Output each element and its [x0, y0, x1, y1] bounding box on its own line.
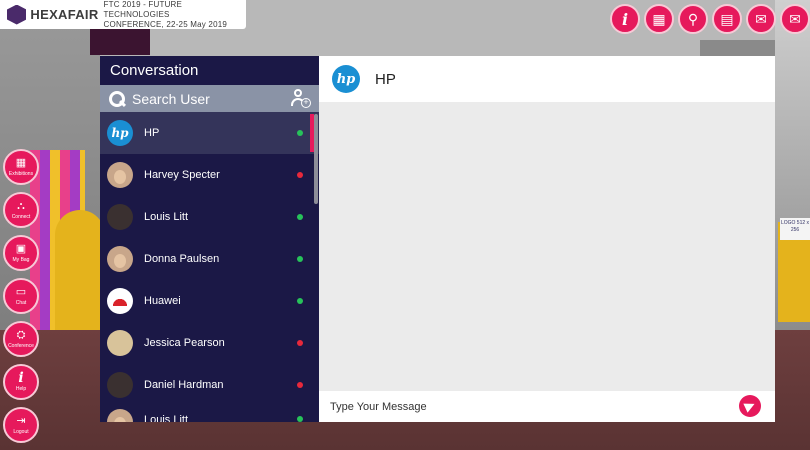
- contact-name: Louis Litt: [144, 414, 189, 422]
- search-booth-icon: ⚲: [687, 10, 699, 27]
- business-card-icon: ▤: [720, 10, 734, 27]
- top-toolbar: i ▦ ⚲ ▤ ✉ ✉: [610, 4, 810, 34]
- nav-exhibitions[interactable]: ▦ Exhibitions: [3, 149, 39, 185]
- search-booth-button[interactable]: ⚲: [678, 4, 708, 34]
- message-composer: [319, 391, 775, 422]
- contact-name: Daniel Hardman: [144, 379, 224, 391]
- thread-title: HP: [375, 70, 396, 88]
- connect-icon: ⛬: [17, 200, 25, 212]
- message-input[interactable]: [330, 400, 720, 413]
- contact-item[interactable]: Louis Litt: [100, 196, 319, 238]
- hp-logo-avatar: hp: [107, 120, 133, 146]
- contact-item[interactable]: Harvey Specter: [100, 154, 319, 196]
- mail-button[interactable]: ✉: [780, 4, 810, 34]
- search-user-bar: +: [100, 85, 319, 112]
- event-header: HEXAFAIR FTC 2019 - FUTURE TECHNOLOGIES …: [0, 0, 246, 29]
- brand-name: HEXAFAIR: [30, 7, 99, 22]
- nav-chat[interactable]: ▭ Chat: [3, 278, 39, 314]
- paper-plane-icon: [743, 399, 757, 413]
- info-icon: i: [621, 9, 629, 29]
- nav-label: Conference: [8, 343, 34, 349]
- contact-item[interactable]: Donna Paulsen: [100, 238, 319, 280]
- mail-icon: ✉: [789, 10, 801, 27]
- hexafair-logo-icon: [7, 4, 27, 25]
- contact-name: HP: [144, 127, 160, 139]
- nav-label: Logout: [13, 429, 29, 435]
- send-button[interactable]: [739, 395, 761, 417]
- booth-button[interactable]: ▦: [644, 4, 674, 34]
- nav-conference[interactable]: ⛭ Conference: [3, 321, 39, 357]
- status-dot: [297, 382, 303, 388]
- contact-item[interactable]: Huawei: [100, 280, 319, 322]
- event-title-line2: CONFERENCE, 22-25 May 2019: [103, 19, 228, 29]
- avatar: [107, 330, 133, 356]
- conversation-panel: Conversation + hp HP Harvey Specter Loui…: [100, 56, 319, 422]
- contact-item[interactable]: Daniel Hardman: [100, 364, 319, 406]
- contact-name: Louis Litt: [144, 211, 189, 223]
- nav-help[interactable]: i Help: [3, 364, 39, 400]
- chat-bubble-icon: ▭: [15, 286, 27, 298]
- avatar: [107, 246, 133, 272]
- status-dot: [297, 214, 303, 220]
- avatar: [107, 162, 133, 188]
- nav-label: Connect: [11, 214, 31, 220]
- status-dot: [297, 298, 303, 304]
- chat-button[interactable]: ✉: [746, 4, 776, 34]
- add-user-icon[interactable]: +: [291, 88, 311, 108]
- contact-item[interactable]: Jessica Pearson: [100, 322, 319, 364]
- active-contact-indicator: [310, 114, 314, 152]
- side-nav: ▦ Exhibitions ⛬ Connect ▣ My Bag ▭ Chat …: [3, 149, 41, 450]
- contact-name: Donna Paulsen: [144, 253, 220, 265]
- business-card-button[interactable]: ▤: [712, 4, 742, 34]
- huawei-logo-avatar: [107, 288, 133, 314]
- chat-window: Conversation + hp HP Harvey Specter Loui…: [100, 56, 775, 422]
- contact-item[interactable]: Louis Litt: [100, 406, 319, 422]
- conference-icon: ⛭: [16, 329, 26, 341]
- avatar: [107, 409, 133, 422]
- status-dot: [297, 130, 303, 136]
- logo-placeholder-sign: LOGO 512 x 256: [780, 218, 810, 240]
- conversation-title: Conversation: [110, 62, 199, 79]
- message-thread: hp HP: [319, 56, 775, 422]
- search-user-input[interactable]: [132, 90, 282, 107]
- avatar: [107, 204, 133, 230]
- search-icon: [108, 90, 126, 108]
- yellow-arch: [55, 210, 105, 340]
- event-title-line1: FTC 2019 - FUTURE TECHNOLOGIES: [103, 0, 183, 19]
- nav-my-bag[interactable]: ▣ My Bag: [3, 235, 39, 271]
- bag-icon: ▣: [15, 243, 27, 255]
- status-dot: [297, 416, 303, 422]
- contact-name: Harvey Specter: [144, 169, 220, 181]
- booth-icon: ▦: [652, 10, 666, 27]
- status-dot: [297, 172, 303, 178]
- exhibitions-icon: ▦: [15, 157, 27, 169]
- info-button[interactable]: i: [610, 4, 640, 34]
- contact-name: Huawei: [144, 295, 181, 307]
- help-icon: i: [18, 370, 24, 386]
- nav-logout[interactable]: ⇥ Logout: [3, 407, 39, 443]
- contact-list: hp HP Harvey Specter Louis Litt Donna Pa…: [100, 112, 319, 422]
- contact-name: Jessica Pearson: [144, 337, 225, 349]
- contact-item[interactable]: hp HP: [100, 112, 319, 154]
- thread-header: hp HP: [319, 56, 775, 102]
- nav-label: Exhibitions: [8, 171, 34, 177]
- nav-label: Chat: [15, 300, 27, 306]
- avatar: [107, 372, 133, 398]
- contact-list-scrollbar[interactable]: [314, 114, 318, 204]
- event-title: FTC 2019 - FUTURE TECHNOLOGIES CONFERENC…: [104, 0, 246, 30]
- status-dot: [297, 340, 303, 346]
- nav-label: My Bag: [12, 257, 30, 263]
- logout-icon: ⇥: [16, 415, 26, 427]
- nav-label: Help: [15, 386, 27, 392]
- status-dot: [297, 256, 303, 262]
- chat-icon: ✉: [755, 10, 767, 27]
- hp-logo-avatar: hp: [332, 65, 360, 93]
- nav-connect[interactable]: ⛬ Connect: [3, 192, 39, 228]
